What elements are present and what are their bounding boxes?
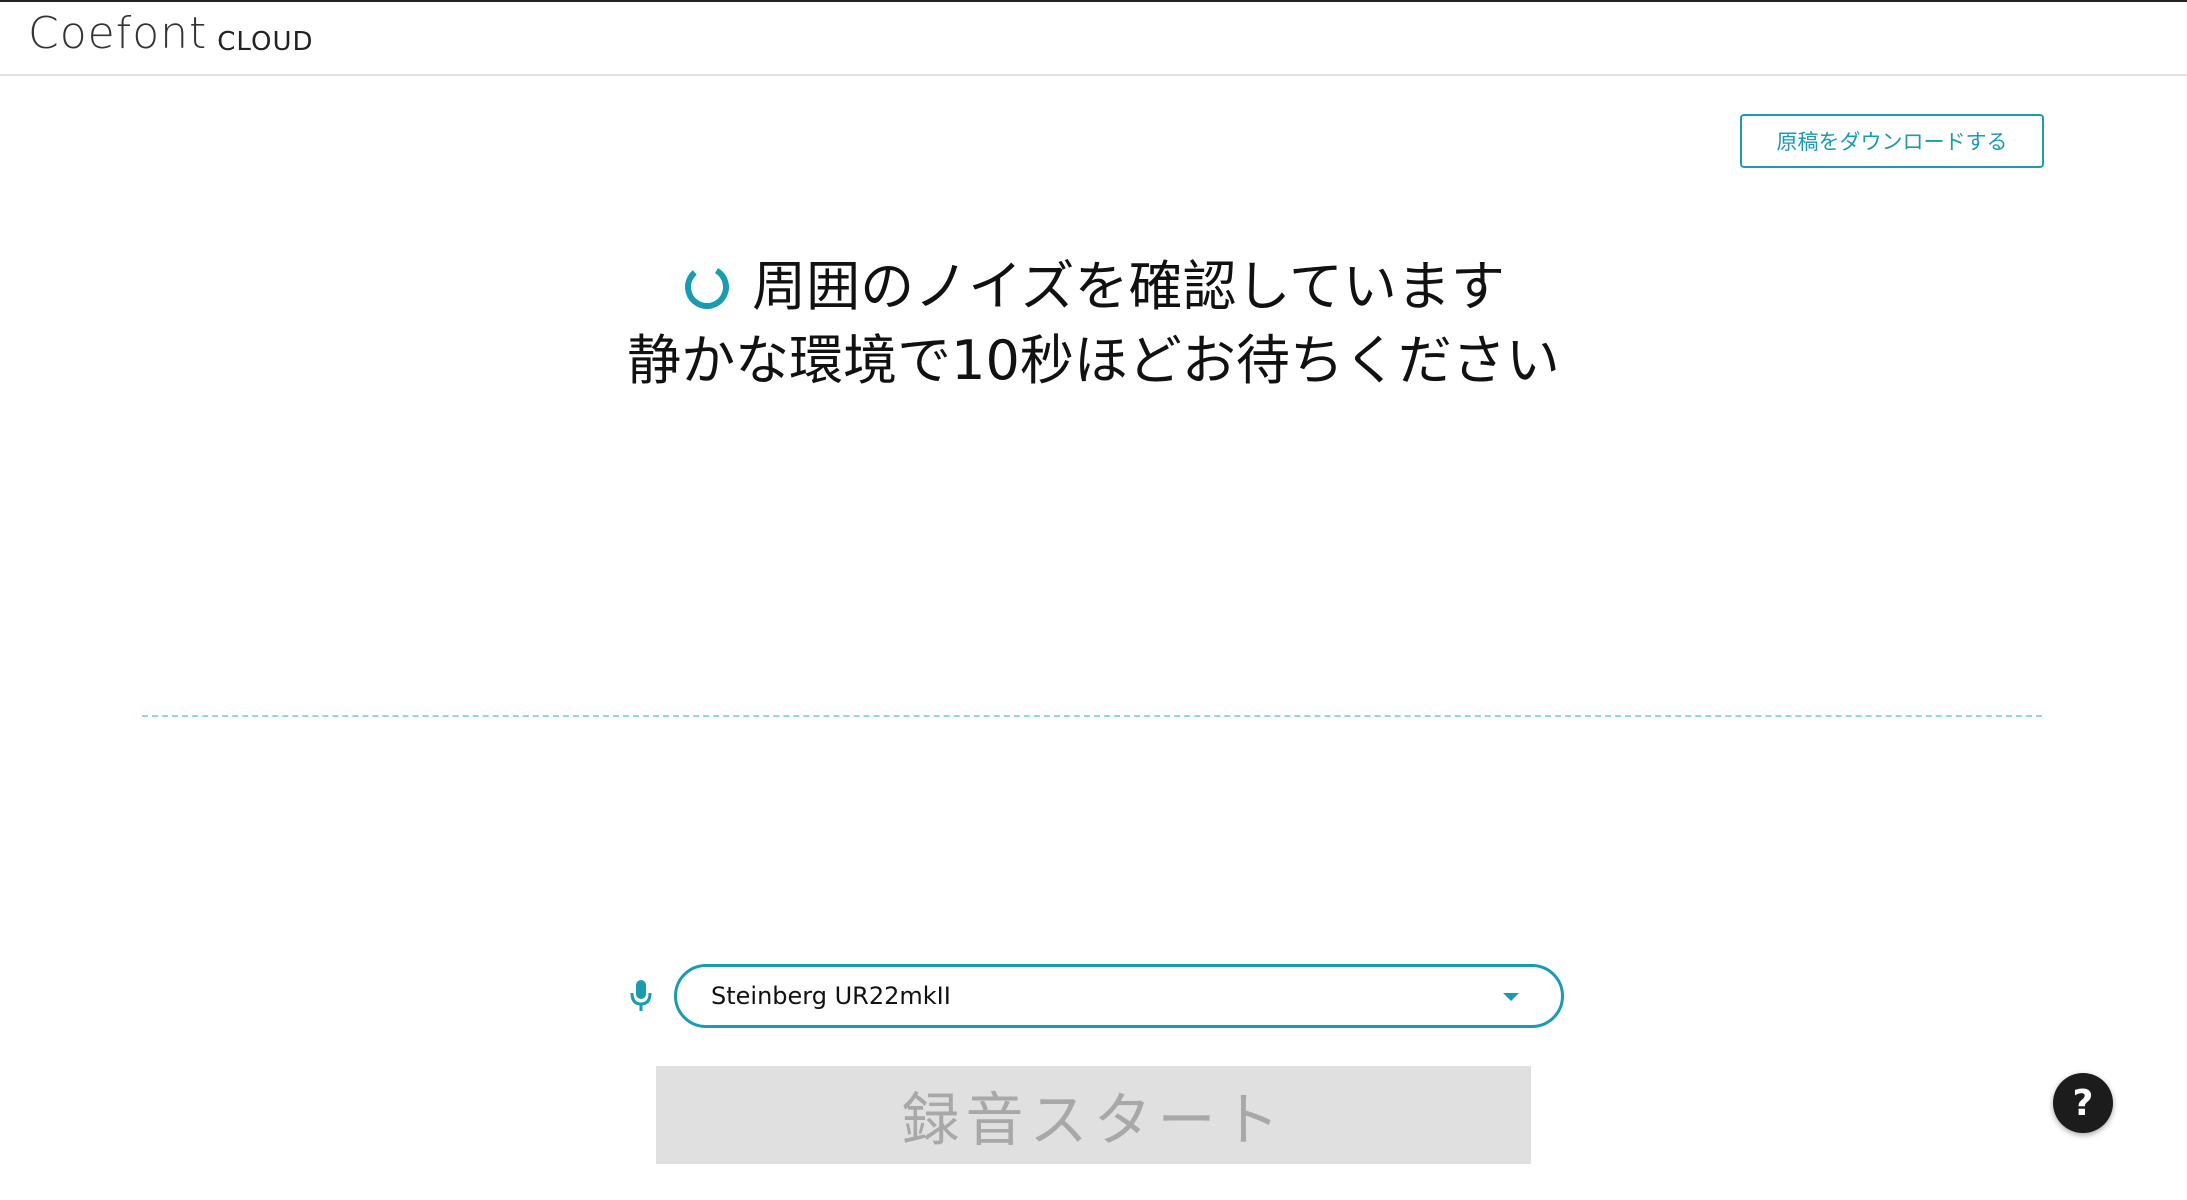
logo-subtitle: CLOUD — [217, 27, 314, 57]
logo-wordmark: Coefont — [28, 8, 208, 59]
loading-spinner-icon — [685, 265, 730, 309]
noise-check-status: 周囲のノイズを確認しています 静かな環境で10秒ほどお待ちください — [0, 250, 2187, 398]
help-button[interactable]: ? — [2053, 1073, 2113, 1133]
page: Coefont CLOUD 原稿をダウンロードする 周囲のノイズを確認しています… — [0, 0, 2187, 1200]
selected-device-label: Steinberg UR22mkII — [711, 982, 951, 1010]
microphone-icon — [630, 980, 652, 1011]
status-line-1: 周囲のノイズを確認しています — [752, 255, 1505, 318]
status-line-2: 静かな環境で10秒ほどお待ちください — [627, 329, 1560, 392]
waveform-divider — [142, 715, 2042, 717]
download-script-button[interactable]: 原稿をダウンロードする — [1740, 114, 2044, 168]
top-header: Coefont CLOUD — [0, 2, 2187, 76]
start-recording-button[interactable]: 録音スタート — [656, 1066, 1531, 1164]
coefont-logo[interactable]: Coefont CLOUD — [28, 6, 314, 62]
caret-down-icon — [1503, 993, 1519, 1001]
input-device-select[interactable]: Steinberg UR22mkII — [674, 964, 1564, 1028]
